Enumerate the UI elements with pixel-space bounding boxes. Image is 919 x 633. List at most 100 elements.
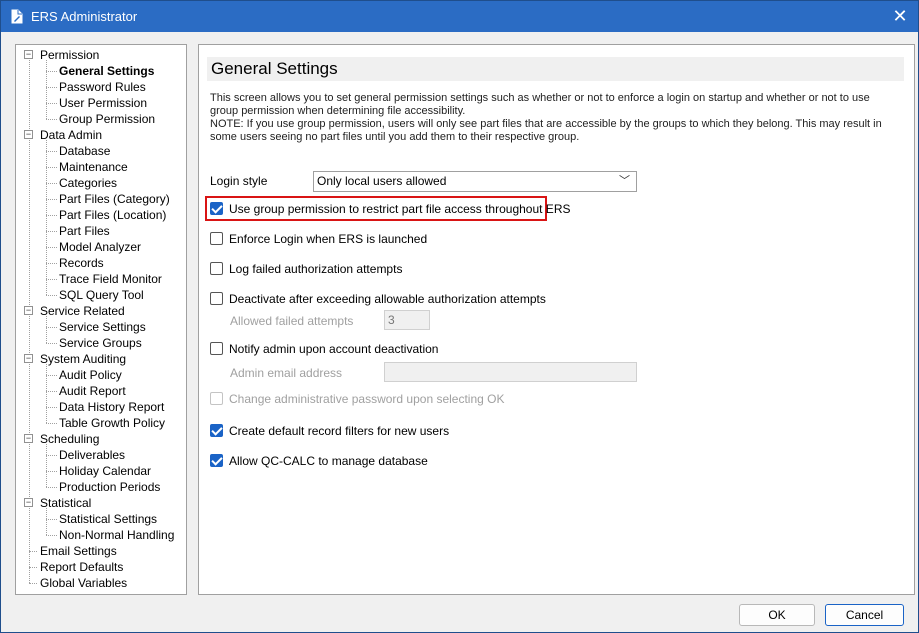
tree-item[interactable]: Statistical Settings: [59, 511, 157, 527]
admin-email-input[interactable]: [384, 362, 637, 382]
allowed-failed-attempts-input[interactable]: 3: [384, 310, 430, 330]
tree-item[interactable]: Database: [59, 143, 110, 159]
window-title: ERS Administrator: [31, 9, 138, 24]
description-text: This screen allows you to set general pe…: [210, 92, 870, 117]
tree-connector: [46, 471, 57, 472]
checkbox-checked[interactable]: [210, 454, 223, 467]
tree-item[interactable]: Production Periods: [59, 479, 160, 495]
tree-connector: [46, 231, 57, 232]
collapse-icon[interactable]: −: [24, 306, 33, 315]
checkbox-unchecked[interactable]: [210, 342, 223, 355]
close-icon[interactable]: ✕: [886, 3, 914, 29]
tree-connector: [46, 87, 57, 88]
tree-connector: [46, 199, 57, 200]
collapse-icon[interactable]: −: [24, 50, 33, 59]
use-group-permission-label: Use group permission to restrict part fi…: [229, 202, 571, 216]
settings-tree[interactable]: − Permission General Settings Password Rule…: [15, 44, 187, 595]
login-style-select[interactable]: Only local users allowed ﹀: [313, 171, 637, 192]
tree-item[interactable]: Service Settings: [59, 319, 146, 335]
tree-connector: [46, 343, 57, 344]
tree-item[interactable]: Service Groups: [59, 335, 142, 351]
change-password-label: Change administrative password upon sele…: [229, 392, 505, 406]
tree-connector: [46, 215, 57, 216]
tree-connector: [46, 119, 57, 120]
collapse-icon[interactable]: −: [24, 434, 33, 443]
tree-connector: [46, 423, 57, 424]
tree-group[interactable]: Statistical: [40, 495, 91, 511]
description: This screen allows you to set general pe…: [210, 92, 900, 144]
tree-connector: [46, 407, 57, 408]
tree-item[interactable]: User Permission: [59, 95, 147, 111]
tree-connector: [46, 247, 57, 248]
checkbox-unchecked[interactable]: [210, 292, 223, 305]
tree-item[interactable]: SQL Query Tool: [59, 287, 144, 303]
tree-connector: [46, 375, 57, 376]
tree-connector: [46, 444, 47, 487]
tree-item[interactable]: Group Permission: [59, 111, 155, 127]
tree-connector: [46, 295, 57, 296]
checkbox-disabled[interactable]: [210, 392, 223, 405]
tree-item[interactable]: Maintenance: [59, 159, 128, 175]
tree-item[interactable]: Categories: [59, 175, 117, 191]
tree-item[interactable]: Records: [59, 255, 104, 271]
tree-item[interactable]: Part Files (Category): [59, 191, 170, 207]
tree-item[interactable]: Trace Field Monitor: [59, 271, 162, 287]
ok-button[interactable]: OK: [739, 604, 815, 626]
tree-connector: [46, 487, 57, 488]
tree-item[interactable]: Password Rules: [59, 79, 146, 95]
tree-group[interactable]: System Auditing: [40, 351, 126, 367]
tree-connector: [46, 140, 47, 295]
tree-item[interactable]: Non-Normal Handling: [59, 527, 174, 543]
checkbox-unchecked[interactable]: [210, 262, 223, 275]
tree-item[interactable]: Model Analyzer: [59, 239, 141, 255]
tree-connector: [29, 551, 37, 552]
tree-item[interactable]: Table Growth Policy: [59, 415, 165, 431]
tree-connector: [46, 316, 47, 343]
tree-connector: [46, 60, 47, 119]
tree-connector: [46, 364, 47, 423]
tree-item[interactable]: Audit Report: [59, 383, 126, 399]
chevron-down-icon: ﹀: [619, 175, 630, 187]
tree-connector: [46, 167, 57, 168]
log-failed-label: Log failed authorization attempts: [229, 262, 403, 276]
tree-item[interactable]: Part Files: [59, 223, 110, 239]
page-title: General Settings: [207, 57, 904, 81]
deactivate-label: Deactivate after exceeding allowable aut…: [229, 292, 546, 306]
collapse-icon[interactable]: −: [24, 130, 33, 139]
document-edit-icon: [11, 9, 23, 24]
tree-connector: [46, 263, 57, 264]
tree-item[interactable]: Deliverables: [59, 447, 125, 463]
tree-connector: [46, 183, 57, 184]
tree-group[interactable]: Service Related: [40, 303, 125, 319]
tree-group[interactable]: Permission: [40, 47, 99, 63]
cancel-button[interactable]: Cancel: [825, 604, 904, 626]
enforce-login-label: Enforce Login when ERS is launched: [229, 232, 428, 246]
tree-item[interactable]: Data History Report: [59, 399, 164, 415]
tree-group[interactable]: Scheduling: [40, 431, 99, 447]
general-settings-panel: General Settings This screen allows you …: [198, 44, 915, 595]
tree-group[interactable]: Data Admin: [40, 127, 102, 143]
checkbox-unchecked[interactable]: [210, 232, 223, 245]
tree-connector: [46, 103, 57, 104]
admin-email-label: Admin email address: [230, 366, 343, 380]
title-bar[interactable]: ERS Administrator ✕: [1, 1, 918, 32]
checkbox-checked[interactable]: [210, 424, 223, 437]
collapse-icon[interactable]: −: [24, 498, 33, 507]
tree-group[interactable]: Global Variables: [40, 575, 127, 591]
tree-item[interactable]: Part Files (Location): [59, 207, 166, 223]
create-filters-label: Create default record filters for new us…: [229, 424, 450, 438]
checkbox-checked[interactable]: [210, 202, 223, 215]
tree-connector: [46, 535, 57, 536]
tree-item[interactable]: Audit Policy: [59, 367, 122, 383]
tree-group[interactable]: Email Settings: [40, 543, 117, 559]
tree-item[interactable]: General Settings: [59, 63, 154, 79]
tree-connector: [46, 279, 57, 280]
tree-group[interactable]: Report Defaults: [40, 559, 123, 575]
tree-connector: [46, 455, 57, 456]
allow-qc-calc-label: Allow QC-CALC to manage database: [229, 454, 428, 468]
tree-connector: [46, 151, 57, 152]
tree-item[interactable]: Holiday Calendar: [59, 463, 151, 479]
collapse-icon[interactable]: −: [24, 354, 33, 363]
tree-connector: [46, 391, 57, 392]
allowed-failed-attempts-label: Allowed failed attempts: [230, 314, 354, 328]
